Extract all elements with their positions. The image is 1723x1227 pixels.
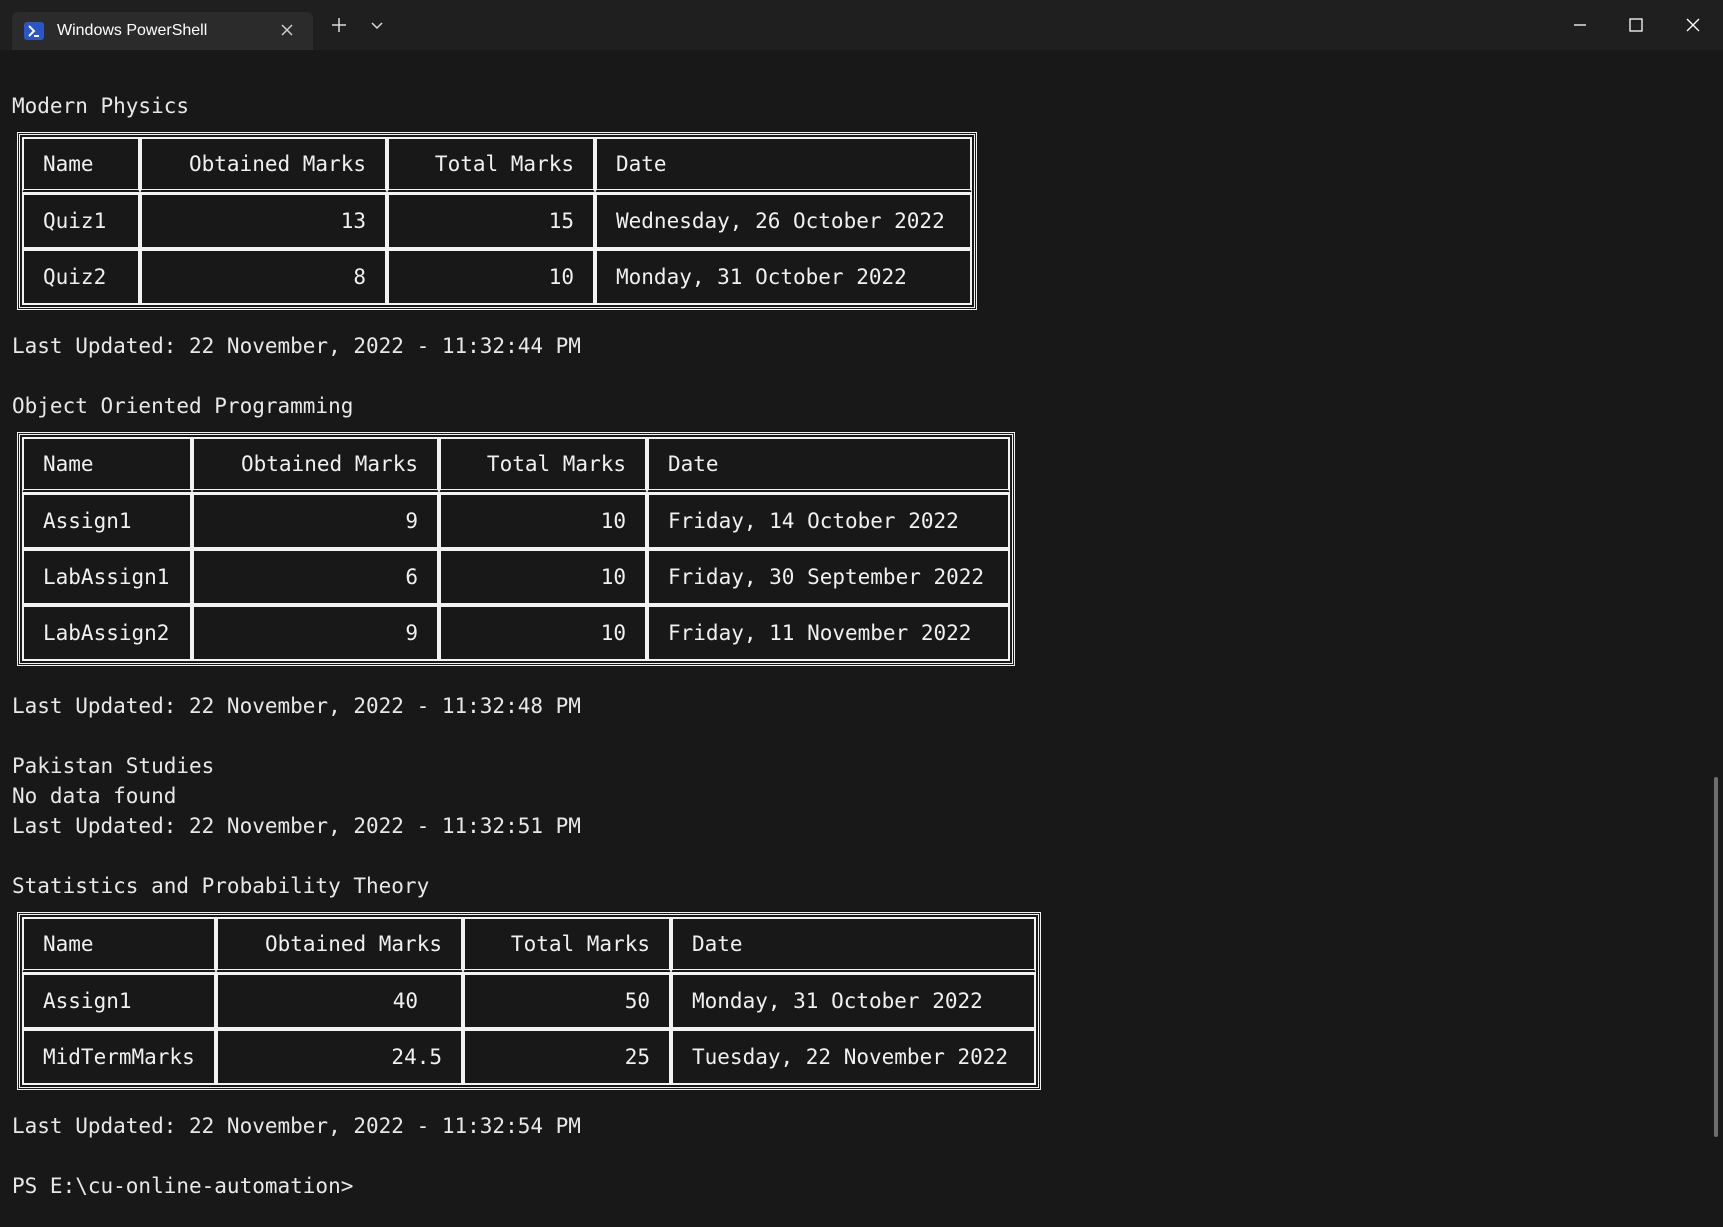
table-row: LabAssign1 6 10 Friday, 30 September 202… xyxy=(22,549,1010,605)
cell-obtained: 24.5 xyxy=(216,1029,463,1085)
cell-total: 10 xyxy=(439,605,647,661)
section-title: Object Oriented Programming xyxy=(12,394,354,418)
cell-date: Tuesday, 22 November 2022 xyxy=(671,1029,1036,1085)
cell-obtained: 6 xyxy=(192,549,439,605)
column-header-total: Total Marks xyxy=(387,137,595,193)
column-header-date: Date xyxy=(671,917,1036,973)
cell-obtained: 13 xyxy=(140,193,387,249)
column-header-date: Date xyxy=(595,137,972,193)
cell-date: Friday, 30 September 2022 xyxy=(647,549,1010,605)
column-header-name: Name xyxy=(22,437,192,493)
marks-table-statistics: Name Obtained Marks Total Marks Date Ass… xyxy=(17,912,1041,1090)
cell-obtained: 40 xyxy=(216,973,463,1029)
title-bar: Windows PowerShell xyxy=(0,0,1723,50)
column-header-name: Name xyxy=(22,137,140,193)
section-title: Modern Physics xyxy=(12,94,190,118)
table-row: Quiz2 8 10 Monday, 31 October 2022 xyxy=(22,249,972,305)
tab-title: Windows PowerShell xyxy=(57,22,208,39)
section-title: Statistics and Probability Theory xyxy=(12,874,430,898)
cell-name: Assign1 xyxy=(22,973,216,1029)
cell-obtained: 9 xyxy=(192,605,439,661)
last-updated: Last Updated: 22 November, 2022 - 11:32:… xyxy=(12,334,581,358)
terminal-output[interactable]: Modern Physics Name Obtained Marks Total… xyxy=(0,50,1723,1227)
tab-windows-powershell[interactable]: Windows PowerShell xyxy=(12,12,313,50)
column-header-obtained: Obtained Marks xyxy=(192,437,439,493)
cell-total: 10 xyxy=(387,249,595,305)
cell-total: 10 xyxy=(439,549,647,605)
cell-date: Wednesday, 26 October 2022 xyxy=(595,193,972,249)
cell-total: 25 xyxy=(463,1029,671,1085)
last-updated: Last Updated: 22 November, 2022 - 11:32:… xyxy=(12,814,581,838)
close-icon[interactable] xyxy=(1665,8,1721,42)
no-data-message: No data found xyxy=(12,784,177,808)
table-row: MidTermMarks 24.5 25 Tuesday, 22 Novembe… xyxy=(22,1029,1036,1085)
powershell-icon xyxy=(24,22,44,40)
marks-table-oop: Name Obtained Marks Total Marks Date Ass… xyxy=(17,432,1015,666)
column-header-total: Total Marks xyxy=(439,437,647,493)
cell-name: Assign1 xyxy=(22,493,192,549)
column-header-name: Name xyxy=(22,917,216,973)
cell-obtained: 8 xyxy=(140,249,387,305)
cell-total: 15 xyxy=(387,193,595,249)
cell-total: 10 xyxy=(439,493,647,549)
close-tab-icon[interactable] xyxy=(277,20,297,40)
column-header-obtained: Obtained Marks xyxy=(140,137,387,193)
table-row: LabAssign2 9 10 Friday, 11 November 2022 xyxy=(22,605,1010,661)
column-header-obtained: Obtained Marks xyxy=(216,917,463,973)
maximize-icon[interactable] xyxy=(1608,8,1664,42)
table-row: Quiz1 13 15 Wednesday, 26 October 2022 xyxy=(22,193,972,249)
minimize-icon[interactable] xyxy=(1552,8,1608,42)
last-updated: Last Updated: 22 November, 2022 - 11:32:… xyxy=(12,694,581,718)
cell-date: Monday, 31 October 2022 xyxy=(595,249,972,305)
column-header-total: Total Marks xyxy=(463,917,671,973)
last-updated: Last Updated: 22 November, 2022 - 11:32:… xyxy=(12,1114,581,1138)
chevron-down-icon[interactable] xyxy=(366,14,388,36)
marks-table-modern-physics: Name Obtained Marks Total Marks Date Qui… xyxy=(17,132,977,310)
cell-name: Quiz2 xyxy=(22,249,140,305)
cell-name: LabAssign2 xyxy=(22,605,192,661)
cell-name: MidTermMarks xyxy=(22,1029,216,1085)
cell-date: Friday, 11 November 2022 xyxy=(647,605,1010,661)
cell-name: LabAssign1 xyxy=(22,549,192,605)
table-row: Assign1 9 10 Friday, 14 October 2022 xyxy=(22,493,1010,549)
cell-name: Quiz1 xyxy=(22,193,140,249)
cell-total: 50 xyxy=(463,973,671,1029)
plus-icon[interactable] xyxy=(328,14,350,36)
section-title: Pakistan Studies xyxy=(12,754,215,778)
column-header-date: Date xyxy=(647,437,1010,493)
cell-obtained: 9 xyxy=(192,493,439,549)
table-row: Assign1 40 50 Monday, 31 October 2022 xyxy=(22,973,1036,1029)
shell-prompt[interactable]: PS E:\cu-online-automation> xyxy=(12,1172,353,1200)
cell-date: Monday, 31 October 2022 xyxy=(671,973,1036,1029)
cell-date: Friday, 14 October 2022 xyxy=(647,493,1010,549)
scrollbar-thumb[interactable] xyxy=(1714,777,1718,1137)
